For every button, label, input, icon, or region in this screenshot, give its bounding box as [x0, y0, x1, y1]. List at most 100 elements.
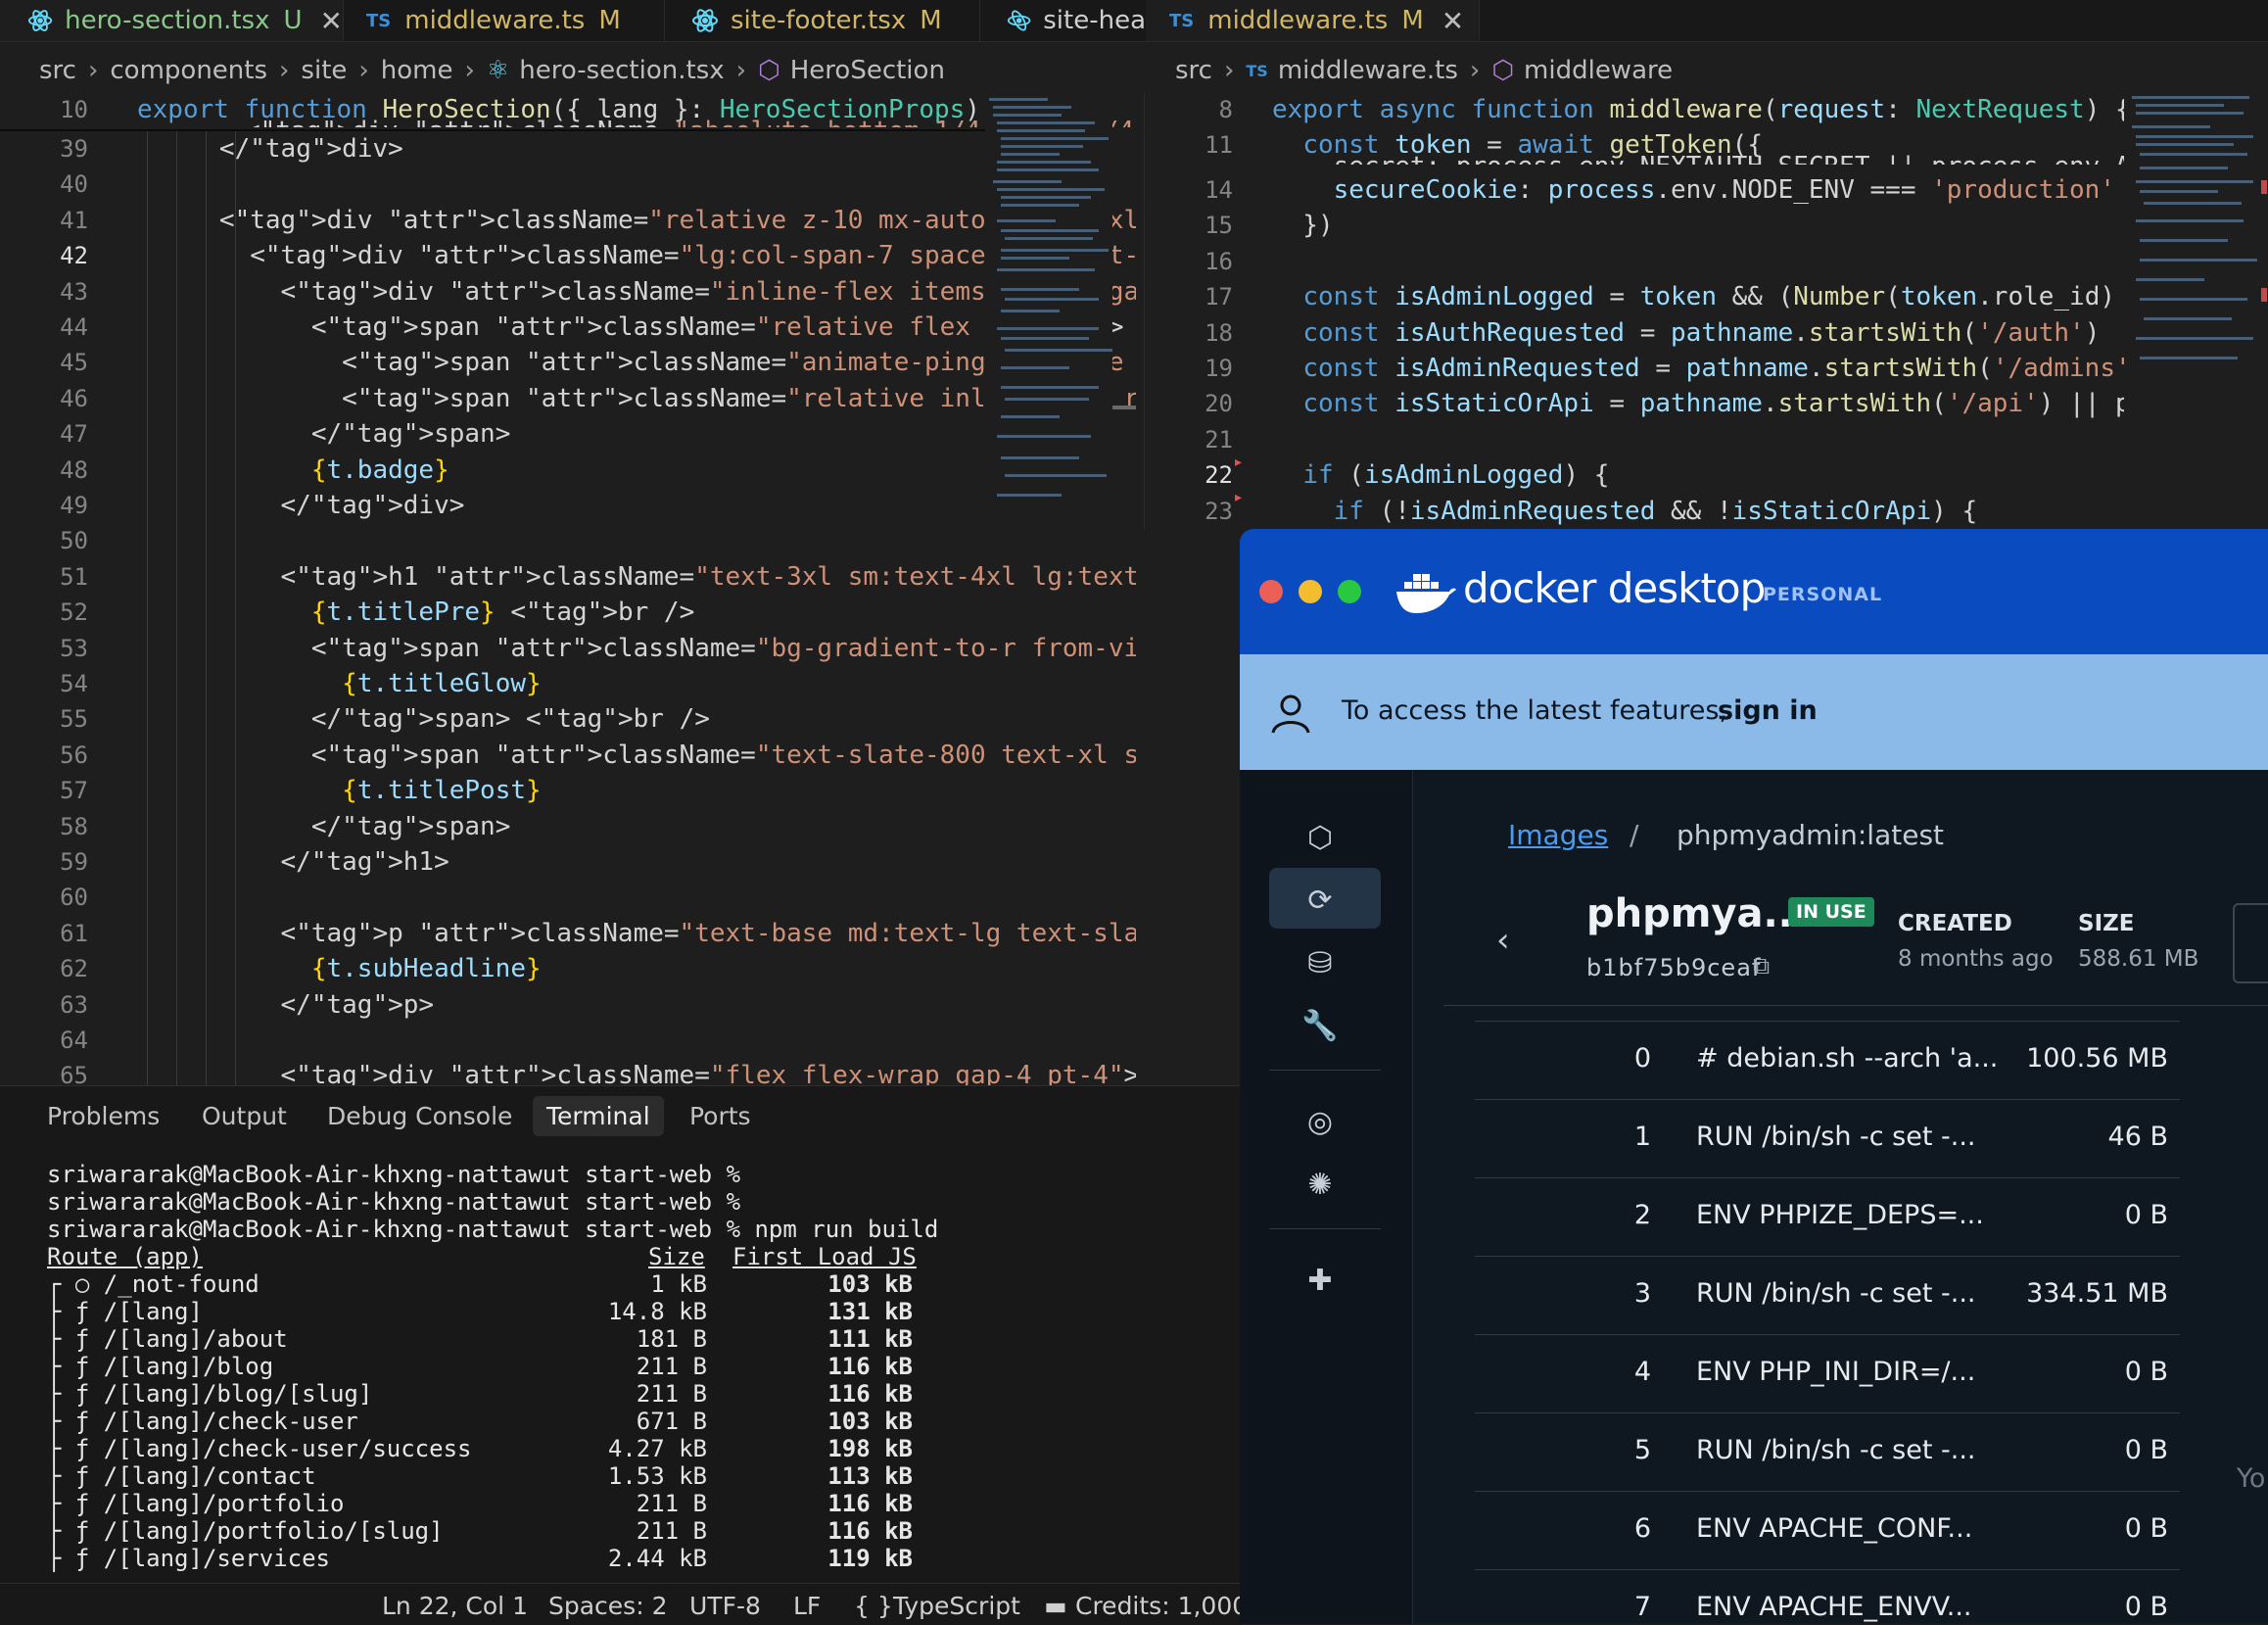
code-line[interactable]: if (isAdminLogged) {: [1272, 457, 1609, 493]
builds-icon[interactable]: 🔧: [1300, 1007, 1340, 1046]
docker-hub-icon[interactable]: ◎: [1300, 1103, 1340, 1142]
images-icon[interactable]: ⟳: [1300, 882, 1340, 921]
code-line[interactable]: </"tag">span> <"tag">br />: [127, 701, 710, 737]
route-first-load: 103 kB: [827, 1270, 913, 1298]
cursor-position[interactable]: Ln 22, Col 1: [382, 1592, 528, 1620]
code-line[interactable]: <"tag">p "attr">className="text-base md:…: [127, 916, 1136, 951]
tab-middleware-right[interactable]: TS middleware.ts M ✕: [1146, 0, 1480, 41]
tab-site-header[interactable]: site-hea: [979, 0, 1147, 41]
line-number: 59: [60, 848, 88, 876]
line-number: 14: [1205, 176, 1233, 204]
code-line[interactable]: const isStaticOrApi = pathname.startsWit…: [1272, 386, 2192, 421]
route-path: ├ ƒ /[lang]/services: [47, 1545, 330, 1572]
code-line[interactable]: {t.titlePost}: [127, 773, 542, 808]
terminal-output[interactable]: sriwararak@MacBook-Air-khxng-nattawut st…: [0, 1161, 1242, 1582]
table-row[interactable]: 2 ENV PHPIZE_DEPS=... 0 B: [1475, 1177, 2180, 1255]
tab-middleware[interactable]: TS middleware.ts M: [343, 0, 665, 41]
minimap[interactable]: [985, 92, 1112, 503]
route-size: 211 B: [636, 1490, 707, 1517]
scout-icon[interactable]: ✺: [1300, 1166, 1340, 1205]
code-line[interactable]: <"tag">h1 "attr">className="text-3xl sm:…: [127, 559, 1136, 595]
line-ending[interactable]: LF: [793, 1592, 821, 1620]
volumes-icon[interactable]: ⛁: [1300, 944, 1340, 983]
breadcrumb-item[interactable]: site: [301, 56, 347, 85]
route-path: ├ ƒ /[lang]/portfolio: [47, 1490, 345, 1517]
tab-debug-console[interactable]: Debug Console: [327, 1102, 512, 1130]
code-line[interactable]: {t.subHeadline}: [127, 951, 542, 986]
header-divider: [1443, 1005, 2268, 1006]
tab-hero-section[interactable]: hero-section.tsx U ✕: [0, 0, 344, 41]
tab-site-footer[interactable]: site-footer.tsx M: [664, 0, 980, 41]
breadcrumb-item[interactable]: src: [1175, 56, 1212, 85]
code-line[interactable]: <"tag">span "attr">className="text-slate…: [127, 738, 1136, 773]
line-number: 21: [1205, 425, 1233, 454]
copy-icon[interactable]: ⧉: [1753, 952, 1770, 980]
breadcrumb-item[interactable]: HeroSection: [790, 56, 945, 85]
images-breadcrumb-link[interactable]: Images: [1508, 819, 1608, 851]
code-line[interactable]: </"tag">div>: [127, 488, 465, 523]
route-size: 211 B: [636, 1517, 707, 1545]
code-line[interactable]: <"tag">span "attr">className="bg-gradien…: [127, 631, 1136, 666]
code-line[interactable]: </"tag">span>: [127, 809, 511, 844]
sticky-scroll-line[interactable]: export async function middleware(request…: [1272, 92, 2131, 127]
minimize-window-button[interactable]: [1299, 580, 1322, 603]
code-line[interactable]: if (!isAdminRequested && !isStaticOrApi)…: [1272, 494, 1977, 529]
edge-text: Yo: [2237, 1463, 2266, 1494]
code-line[interactable]: </"tag">span>: [127, 416, 511, 452]
right-code-editor[interactable]: 8 export async function middleware(reques…: [1144, 92, 2268, 529]
chevron-left-icon[interactable]: ‹: [1496, 921, 1510, 960]
code-line[interactable]: secureCookie: process.env.NODE_ENV === '…: [1272, 172, 2115, 208]
table-row[interactable]: 6 ENV APACHE_CONF... 0 B: [1475, 1491, 2180, 1568]
breadcrumb-item[interactable]: home: [381, 56, 453, 85]
zoom-window-button[interactable]: [1338, 580, 1361, 603]
table-row[interactable]: 1 RUN /bin/sh -c set -... 46 B: [1475, 1099, 2180, 1176]
code-line[interactable]: const isAuthRequested = pathname.startsW…: [1272, 315, 2100, 351]
indentation[interactable]: Spaces: 2: [548, 1592, 667, 1620]
breadcrumb-item[interactable]: components: [110, 56, 267, 85]
tab-terminal[interactable]: Terminal: [533, 1096, 664, 1136]
left-code-editor[interactable]: 10 export function HeroSection({ lang }: …: [0, 92, 1136, 1085]
code-line[interactable]: const isAdminRequested = pathname.starts…: [1272, 351, 2146, 386]
tab-output[interactable]: Output: [202, 1102, 287, 1130]
route-first-load: 131 kB: [827, 1298, 913, 1325]
code-line[interactable]: </"tag">div>: [127, 131, 403, 167]
breadcrumb-item[interactable]: hero-section.tsx: [519, 56, 724, 85]
route-first-load: 116 kB: [827, 1380, 913, 1408]
code-line[interactable]: <"tag">div "attr">className="flex flex-w…: [127, 1058, 1136, 1085]
scrollbar[interactable]: [1112, 406, 1136, 409]
tab-ports[interactable]: Ports: [689, 1102, 751, 1130]
sign-in-link[interactable]: sign in: [1718, 695, 1818, 726]
close-window-button[interactable]: [1259, 580, 1283, 603]
breadcrumb-item[interactable]: middleware: [1524, 56, 1673, 85]
close-icon[interactable]: ✕: [1441, 5, 1464, 37]
minimap[interactable]: [2124, 92, 2268, 523]
code-line[interactable]: <"tag">span "attr">className="relative f…: [127, 310, 1124, 345]
code-line[interactable]: {t.titlePre} <"tag">br />: [127, 595, 694, 630]
code-line[interactable]: </"tag">p>: [127, 987, 435, 1023]
extensions-icon[interactable]: ✚: [1300, 1262, 1340, 1301]
action-button-partial[interactable]: [2233, 903, 2268, 983]
close-icon[interactable]: ✕: [320, 5, 343, 37]
table-row[interactable]: 3 RUN /bin/sh -c set -... 334.51 MB: [1475, 1256, 2180, 1333]
code-line[interactable]: }): [1272, 208, 1333, 243]
route-size: 211 B: [636, 1353, 707, 1380]
table-row[interactable]: 0 # debian.sh --arch 'a... 100.56 MB: [1475, 1021, 2180, 1098]
layer-index: 2: [1633, 1200, 1651, 1230]
route-size: 2.44 kB: [607, 1545, 707, 1572]
layer-size: 0 B: [2124, 1200, 2168, 1230]
language-mode[interactable]: TypeScript: [893, 1592, 1020, 1620]
table-row[interactable]: 7 ENV APACHE_ENVV... 0 B: [1475, 1569, 2180, 1624]
breadcrumb-item[interactable]: src: [39, 56, 76, 85]
table-row[interactable]: 5 RUN /bin/sh -c set -... 0 B: [1475, 1412, 2180, 1490]
table-row[interactable]: 4 ENV PHP_INI_DIR=/... 0 B: [1475, 1334, 2180, 1411]
breadcrumb-item[interactable]: middleware.ts: [1278, 56, 1458, 85]
layer-command: RUN /bin/sh -c set -...: [1696, 1435, 1976, 1465]
line-number: 61: [60, 919, 88, 947]
encoding[interactable]: UTF-8: [689, 1592, 761, 1620]
containers-icon[interactable]: ⬡: [1300, 819, 1340, 858]
code-line[interactable]: const isAdminLogged = token && (Number(t…: [1272, 279, 2176, 314]
code-line[interactable]: {t.titleGlow}: [127, 666, 542, 701]
line-number: 50: [60, 527, 88, 555]
tab-problems[interactable]: Problems: [47, 1102, 160, 1130]
credits[interactable]: Credits: 1,000: [1075, 1592, 1248, 1620]
